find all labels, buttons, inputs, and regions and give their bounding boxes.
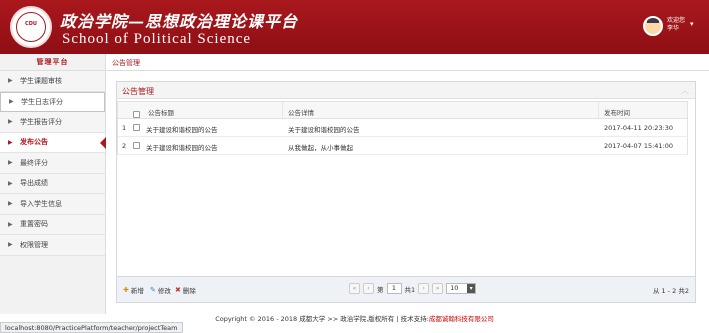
cell-time: 2017-04-11 20:23:30 bbox=[604, 124, 674, 132]
caret-down-icon[interactable]: ▾ bbox=[690, 20, 694, 28]
next-page-button[interactable]: › bbox=[418, 283, 430, 294]
chevron-right-icon: ▶ bbox=[8, 241, 13, 249]
sidebar-item-export-grades[interactable]: ▶ 导出成绩 bbox=[0, 173, 105, 194]
edit-button[interactable]: ✎ 修改 bbox=[150, 285, 171, 295]
chevron-right-icon: ▶ bbox=[8, 220, 13, 228]
university-logo: CDU bbox=[10, 6, 52, 48]
panel-header: 公告管理 ︿ bbox=[117, 82, 695, 99]
breadcrumb: 公告管理 bbox=[112, 59, 140, 67]
cell-time: 2017-04-07 15:41:00 bbox=[604, 142, 674, 150]
browser-status-url: localhost:8080/PracticePlatform/teacher/… bbox=[0, 322, 183, 333]
row-number: 2 bbox=[122, 142, 127, 150]
cell-detail: 从我做起，从小事做起 bbox=[288, 144, 353, 152]
sidebar-item-final-grading[interactable]: ▶ 最终评分 bbox=[0, 153, 105, 174]
collapse-icon[interactable]: ︿ bbox=[681, 85, 689, 96]
site-title-en: School of Political Science bbox=[62, 31, 252, 47]
sidebar-heading: 管理平台 bbox=[0, 54, 105, 71]
user-greeting: 欢迎您 bbox=[667, 17, 686, 24]
first-page-button[interactable]: « bbox=[349, 283, 360, 294]
add-icon: ✚ bbox=[123, 286, 129, 294]
table-row[interactable]: 2 关于建设和谐校园的公告 从我做起，从小事做起 2017-04-07 15:4… bbox=[117, 137, 688, 155]
last-page-button[interactable]: » bbox=[432, 283, 444, 294]
sidebar-item-topic-review[interactable]: ▶ 学生课题审核 bbox=[0, 71, 105, 92]
chevron-right-icon: ▶ bbox=[9, 98, 14, 106]
sidebar-item-log-grading[interactable]: ▶ 学生日志评分 bbox=[0, 91, 105, 112]
breadcrumb-bar: 公告管理 bbox=[106, 54, 709, 71]
prev-page-button[interactable]: ‹ bbox=[363, 283, 374, 294]
delete-button[interactable]: ✖ 删除 bbox=[175, 285, 196, 295]
notice-table: 公告标题 公告详情 发布时间 1 关于建设和谐校园的公告 关于建设和谐校园的公告… bbox=[117, 101, 688, 155]
chevron-right-icon: ▶ bbox=[8, 159, 13, 167]
delete-icon: ✖ bbox=[175, 286, 181, 294]
row-number: 1 bbox=[122, 124, 127, 132]
support-link[interactable]: 成都诚翰科技有限公司 bbox=[429, 315, 494, 323]
chevron-right-icon: ▶ bbox=[8, 77, 13, 85]
cell-detail: 关于建设和谐校园的公告 bbox=[288, 126, 360, 134]
select-all-checkbox[interactable] bbox=[133, 111, 140, 118]
row-checkbox[interactable] bbox=[133, 124, 140, 131]
chevron-right-icon: ▶ bbox=[8, 138, 13, 146]
page-number-input[interactable]: 1 bbox=[386, 283, 402, 294]
pagination: « ‹ 第 1 共1 › » 10 bbox=[349, 283, 477, 294]
table-toolbar: ✚新增 ✎修改 ✖删除 « ‹ 第 1 共1 › » 10 从 1 - 2 共2 bbox=[117, 276, 695, 302]
cell-title: 关于建设和谐校园的公告 bbox=[146, 144, 218, 152]
table-header: 公告标题 公告详情 发布时间 bbox=[117, 101, 688, 119]
row-checkbox[interactable] bbox=[133, 142, 140, 149]
column-header-detail[interactable]: 公告详情 bbox=[288, 107, 314, 117]
add-button[interactable]: ✚ 新增 bbox=[123, 285, 144, 295]
chevron-right-icon: ▶ bbox=[8, 179, 13, 187]
page-size-select[interactable]: 10 bbox=[446, 283, 477, 294]
edit-icon: ✎ bbox=[150, 286, 156, 294]
sidebar-item-report-grading[interactable]: ▶ 学生报告评分 bbox=[0, 112, 105, 133]
column-header-title[interactable]: 公告标题 bbox=[148, 107, 174, 117]
sidebar-item-import-students[interactable]: ▶ 导入学生信息 bbox=[0, 194, 105, 215]
sidebar-item-reset-password[interactable]: ▶ 重置密码 bbox=[0, 214, 105, 235]
table-row[interactable]: 1 关于建设和谐校园的公告 关于建设和谐校园的公告 2017-04-11 20:… bbox=[117, 119, 688, 137]
chevron-right-icon: ▶ bbox=[8, 200, 13, 208]
user-name: 李华 bbox=[667, 25, 680, 32]
sidebar: 管理平台 ▶ 学生课题审核 ▶ 学生日志评分 ▶ 学生报告评分 ▶ 发布公告 ▶ 最终评分… bbox=[0, 54, 106, 314]
column-header-time[interactable]: 发布时间 bbox=[604, 107, 630, 117]
record-range: 从 1 - 2 共2 bbox=[652, 287, 689, 295]
sidebar-item-publish-notice[interactable]: ▶ 发布公告 bbox=[0, 132, 106, 153]
cell-title: 关于建设和谐校园的公告 bbox=[146, 126, 218, 134]
chevron-right-icon: ▶ bbox=[8, 118, 13, 126]
site-title-cn: 政治学院—思想政治理论课平台 bbox=[60, 12, 299, 31]
notice-panel: 公告管理 ︿ 公告标题 公告详情 发布时间 1 关于建设和谐校园的公告 关于建设… bbox=[116, 81, 696, 303]
user-avatar[interactable] bbox=[643, 16, 663, 36]
top-header: CDU 政治学院—思想政治理论课平台 School of Political S… bbox=[0, 0, 709, 54]
user-menu[interactable]: 欢迎您 李华 bbox=[667, 17, 685, 33]
panel-title: 公告管理 bbox=[122, 87, 154, 96]
sidebar-item-permissions[interactable]: ▶ 权限管理 bbox=[0, 235, 105, 256]
